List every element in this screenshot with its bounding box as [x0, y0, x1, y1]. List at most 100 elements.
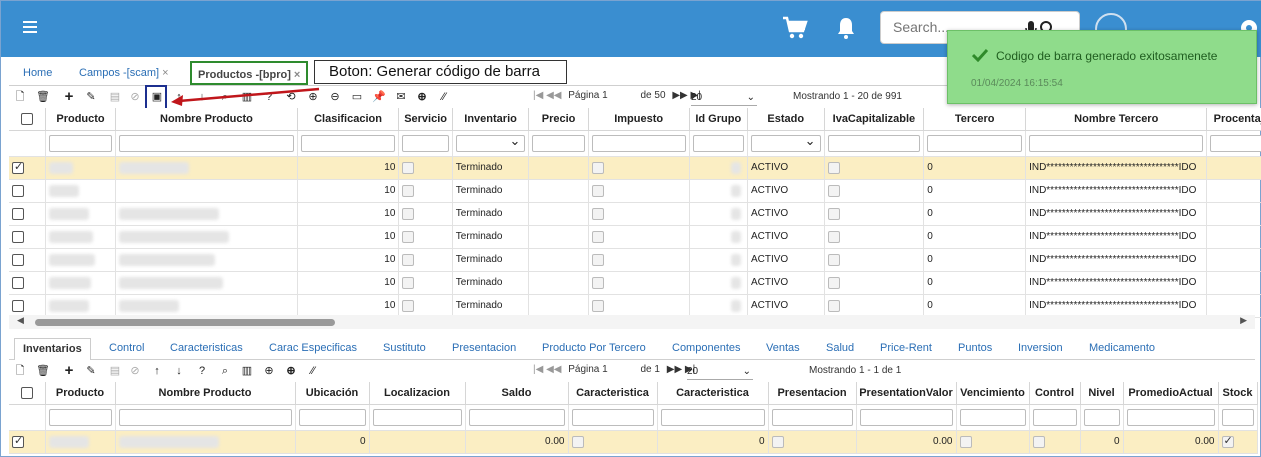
zoom-out-icon[interactable]: ⊖: [328, 90, 342, 104]
table-row[interactable]: 10 Terminado ACTIVO 0IND*******************…: [9, 156, 1261, 180]
plus-circle-icon[interactable]: ⊕: [415, 90, 429, 104]
scroll-thumb[interactable]: [35, 319, 335, 326]
first-page-icon[interactable]: |◀ ◀◀: [533, 90, 561, 101]
zoom-icon[interactable]: ⊕: [262, 364, 276, 378]
filter-input[interactable]: [1218, 404, 1258, 431]
col-ubicacion[interactable]: Ubicación: [295, 382, 370, 405]
filter-estado[interactable]: [747, 130, 825, 157]
col-iva-capitalizable[interactable]: IvaCapitalizable: [824, 108, 925, 131]
row-checkbox[interactable]: [9, 430, 46, 454]
resize-icon[interactable]: ⁄⁄: [437, 90, 451, 104]
table-row[interactable]: 10 Terminado ACTIVO 0IND*******************…: [9, 271, 1261, 295]
col-producto[interactable]: Producto: [45, 382, 116, 405]
table-row[interactable]: 10 Terminado ACTIVO 0IND*******************…: [9, 294, 1261, 318]
row-checkbox[interactable]: [9, 202, 46, 226]
scroll-right-icon[interactable]: ▶: [1240, 315, 1247, 326]
new-document-icon[interactable]: 🗋: [13, 364, 27, 378]
scroll-left-icon[interactable]: ◀: [17, 315, 24, 326]
filter-nombre[interactable]: [115, 130, 298, 157]
pin-icon[interactable]: 📌: [372, 90, 386, 104]
subtab-puntos[interactable]: Puntos: [950, 338, 1000, 360]
trash-icon[interactable]: 🗑: [36, 364, 50, 378]
col-estado[interactable]: Estado: [747, 108, 825, 131]
subtab-presentacion[interactable]: Presentacion: [444, 338, 524, 360]
col-producto[interactable]: Producto: [45, 108, 117, 131]
page-input[interactable]: Página 1: [568, 364, 607, 375]
col-nivel[interactable]: Nivel: [1080, 382, 1124, 405]
filter-tercero[interactable]: [923, 130, 1027, 157]
filter-input[interactable]: [115, 404, 296, 431]
row-checkbox[interactable]: [9, 248, 46, 272]
table-row[interactable]: 10 Terminado ACTIVO 0IND*******************…: [9, 179, 1261, 203]
col-precio[interactable]: Precio: [528, 108, 589, 131]
filter-producto[interactable]: [45, 130, 117, 157]
row-checkbox[interactable]: [9, 156, 46, 180]
cancel-icon[interactable]: ⊘: [128, 364, 142, 378]
filter-input[interactable]: [768, 404, 857, 431]
filter-servicio[interactable]: [398, 130, 453, 157]
table-row[interactable]: 0 0.00 0 0.00 0 0.00: [9, 430, 1258, 454]
col-nombre-producto[interactable]: Nombre Producto: [115, 108, 298, 131]
subtab-ventas[interactable]: Ventas: [758, 338, 808, 360]
add-icon[interactable]: +: [62, 89, 76, 104]
subtab-producto-por-tercero[interactable]: Producto Por Tercero: [534, 338, 654, 360]
row-checkbox[interactable]: [9, 225, 46, 249]
select-all-checkbox[interactable]: [9, 382, 46, 405]
bell-icon[interactable]: [836, 16, 856, 43]
col-vencimiento[interactable]: Vencimiento: [956, 382, 1030, 405]
filter-input[interactable]: [369, 404, 466, 431]
filter-input[interactable]: [1123, 404, 1219, 431]
pencil-icon[interactable]: ✎: [84, 90, 98, 104]
subtab-caracteristicas[interactable]: Caracteristicas: [162, 338, 251, 360]
tab-home[interactable]: Home: [17, 61, 58, 85]
subtab-componentes[interactable]: Componentes: [664, 338, 749, 360]
filter-input[interactable]: [568, 404, 658, 431]
filter-iva[interactable]: [824, 130, 925, 157]
first-page-icon[interactable]: |◀ ◀◀: [533, 364, 561, 375]
select-all-checkbox[interactable]: [9, 108, 46, 131]
col-nombre-producto[interactable]: Nombre Producto: [115, 382, 296, 405]
filter-impuesto[interactable]: [588, 130, 690, 157]
arrow-down-icon[interactable]: ↓: [172, 364, 186, 378]
col-control[interactable]: Control: [1029, 382, 1081, 405]
col-inventario[interactable]: Inventario: [452, 108, 530, 131]
filter-porcentaje[interactable]: [1206, 130, 1261, 157]
search-icon[interactable]: ⌕: [218, 364, 232, 378]
resize-icon[interactable]: ⁄⁄: [306, 364, 320, 378]
col-servicio[interactable]: Servicio: [398, 108, 453, 131]
help-icon[interactable]: ?: [195, 364, 209, 378]
comment-icon[interactable]: ▭: [350, 90, 364, 104]
page-size-select[interactable]: 20 ⌄: [691, 90, 757, 106]
print-icon[interactable]: ▥: [240, 364, 254, 378]
row-checkbox[interactable]: [9, 294, 46, 318]
tab-productos[interactable]: Productos -[bpro] ×: [190, 61, 309, 85]
col-presentacion[interactable]: Presentacion: [768, 382, 857, 405]
save-icon[interactable]: ▤: [108, 364, 122, 378]
arrow-up-icon[interactable]: ↑: [150, 364, 164, 378]
table-row[interactable]: 10 Terminado ACTIVO 0IND*******************…: [9, 202, 1261, 226]
tab-campos[interactable]: Campos -[scam] ×: [73, 61, 175, 85]
close-icon[interactable]: ×: [162, 67, 168, 79]
col-caracteristica-2[interactable]: Caracteristica: [657, 382, 769, 405]
col-clasificacion[interactable]: Clasificacion: [297, 108, 400, 131]
subtab-carac-especificas[interactable]: Carac Especificas: [261, 338, 365, 360]
cancel-icon[interactable]: ⊘: [128, 90, 142, 104]
table-row[interactable]: 10 Terminado ACTIVO 0IND*******************…: [9, 225, 1261, 249]
trash-icon[interactable]: 🗑: [36, 90, 50, 104]
col-impuesto[interactable]: Impuesto: [588, 108, 690, 131]
subtab-price-rent[interactable]: Price-Rent: [872, 338, 940, 360]
filter-input[interactable]: [657, 404, 769, 431]
col-stock[interactable]: Stock: [1218, 382, 1258, 405]
filter-input[interactable]: [295, 404, 370, 431]
col-id-grupo[interactable]: Id Grupo: [689, 108, 748, 131]
subtab-inversion[interactable]: Inversion: [1010, 338, 1071, 360]
row-checkbox[interactable]: [9, 179, 46, 203]
subtab-salud[interactable]: Salud: [818, 338, 862, 360]
table-row[interactable]: 10 Terminado ACTIVO 0IND*******************…: [9, 248, 1261, 272]
subtab-medicamento[interactable]: Medicamento: [1081, 338, 1163, 360]
filter-precio[interactable]: [528, 130, 589, 157]
col-saldo[interactable]: Saldo: [465, 382, 569, 405]
col-promedio-actual[interactable]: PromedioActual: [1123, 382, 1219, 405]
col-presentation-valor[interactable]: PresentationValor: [856, 382, 957, 405]
subtab-control[interactable]: Control: [101, 338, 152, 360]
